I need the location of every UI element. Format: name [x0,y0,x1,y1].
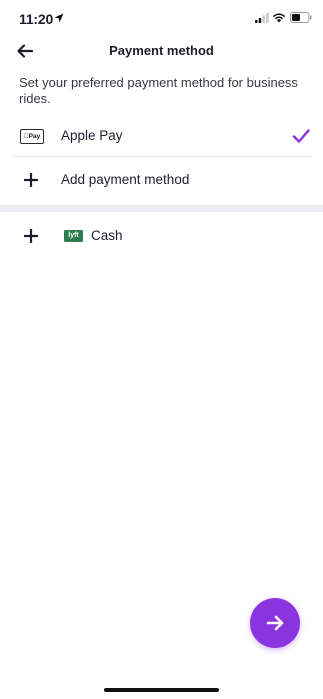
status-time: 11:20 [19,11,54,27]
page-description: Set your preferred payment method for bu… [19,75,298,106]
lyft-logo: lyft [64,230,83,242]
apple-pay-logo: Pay [20,129,44,144]
home-indicator [104,688,219,692]
cellular-signal-icon [255,13,269,23]
divider [12,156,311,157]
battery-icon [290,12,312,23]
next-button[interactable] [250,598,300,648]
add-payment-method-button[interactable]: Add payment method [0,160,323,200]
location-arrow-icon [54,13,64,23]
payment-method-apple-pay[interactable]: Pay Apple Pay [0,116,323,156]
status-bar: 11:20 [0,0,323,38]
page-title: Payment method [109,43,214,58]
payment-method-label: Apple Pay [61,128,123,143]
add-cash-button[interactable]: lyft Cash [0,216,323,256]
plus-icon [24,229,38,243]
wifi-icon [272,13,286,23]
arrow-right-icon [266,615,284,631]
cash-label: Cash [91,228,123,243]
add-payment-method-label: Add payment method [61,172,190,187]
header: Payment method [0,38,323,66]
checkmark-icon [292,129,310,143]
section-separator [0,205,323,212]
plus-icon [24,173,38,187]
